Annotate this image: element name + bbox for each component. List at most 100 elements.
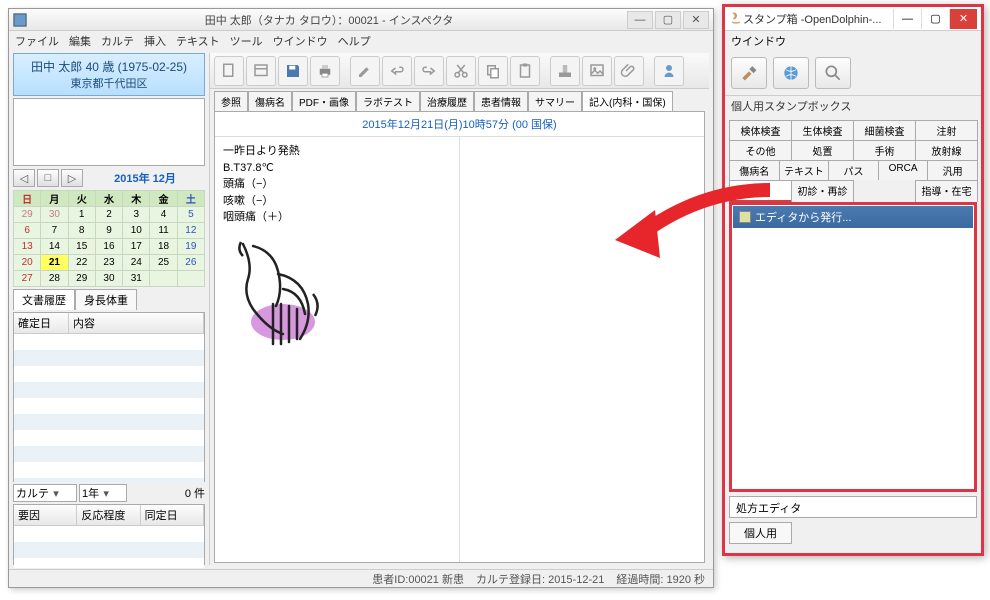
close-button[interactable]: ✕ xyxy=(683,11,709,29)
attach-button[interactable] xyxy=(614,56,644,86)
cal-day[interactable]: 17 xyxy=(123,239,150,255)
search-button[interactable] xyxy=(815,57,851,89)
cal-day[interactable]: 9 xyxy=(95,223,122,239)
menu-edit[interactable]: 編集 xyxy=(69,33,91,47)
stamp-button[interactable] xyxy=(550,56,580,86)
cal-day[interactable] xyxy=(150,271,177,287)
stab-treatment[interactable]: 処置 xyxy=(791,140,854,160)
tab-summary[interactable]: サマリー xyxy=(528,91,582,111)
cal-day[interactable]: 15 xyxy=(68,239,95,255)
menu-text[interactable]: テキスト xyxy=(176,33,220,47)
cal-next-button[interactable]: ▷ xyxy=(61,169,83,187)
menu-window[interactable]: ウインドウ xyxy=(273,33,328,47)
tab-patient[interactable]: 患者情報 xyxy=(474,91,528,111)
tab-lab[interactable]: ラボテスト xyxy=(356,91,420,111)
stab-guidance[interactable]: 指導・在宅 xyxy=(915,180,978,202)
stab-prescription[interactable]: 処方 xyxy=(729,180,792,202)
cal-day[interactable]: 27 xyxy=(14,271,41,287)
edit-button[interactable] xyxy=(350,56,380,86)
cal-day[interactable]: 21 xyxy=(41,255,68,271)
stamp-item-editor[interactable]: エディタから発行... xyxy=(733,206,973,228)
filter-period[interactable]: 1年▾ xyxy=(79,484,127,502)
tab-doc-history[interactable]: 文書履歴 xyxy=(13,289,75,310)
tab-height-weight[interactable]: 身長体重 xyxy=(75,289,137,310)
cal-day[interactable]: 5 xyxy=(177,207,204,223)
stab-surgery[interactable]: 手術 xyxy=(853,140,916,160)
menu-help[interactable]: ヘルプ xyxy=(338,33,371,47)
cal-day[interactable]: 12 xyxy=(177,223,204,239)
p-column[interactable] xyxy=(460,137,704,562)
menu-tool[interactable]: ツール xyxy=(230,33,263,47)
stab-specimen[interactable]: 検体検査 xyxy=(729,120,792,140)
menu-insert[interactable]: 挿入 xyxy=(144,33,166,47)
cal-day[interactable]: 14 xyxy=(41,239,68,255)
soa-column[interactable]: 一昨日より発熱 B.T37.8℃ 頭痛（−） 咳嗽（−） 咽頭痛（＋） xyxy=(215,137,460,562)
stab-injection[interactable]: 注射 xyxy=(915,120,978,140)
stab-firstvisit[interactable]: 初診・再診 xyxy=(791,180,854,202)
tab-pdf[interactable]: PDF・画像 xyxy=(292,91,356,111)
tab-ref[interactable]: 参照 xyxy=(214,91,248,111)
cal-day[interactable]: 29 xyxy=(14,207,41,223)
tab-entry[interactable]: 記入(内科・国保) xyxy=(582,91,673,111)
cal-day[interactable]: 30 xyxy=(41,207,68,223)
undo-button[interactable] xyxy=(382,56,412,86)
info-button[interactable] xyxy=(654,56,684,86)
cal-day[interactable]: 16 xyxy=(95,239,122,255)
stab-orca[interactable]: ORCA xyxy=(878,160,929,180)
cal-day[interactable]: 19 xyxy=(177,239,204,255)
cal-day[interactable]: 2 xyxy=(95,207,122,223)
tab-treat[interactable]: 治療履歴 xyxy=(420,91,474,111)
print-button[interactable] xyxy=(310,56,340,86)
cal-day[interactable]: 18 xyxy=(150,239,177,255)
stamp-maximize-button[interactable]: ▢ xyxy=(921,9,949,29)
tab-diag[interactable]: 傷病名 xyxy=(248,91,292,111)
stab-general[interactable]: 汎用 xyxy=(927,160,978,180)
maximize-button[interactable]: ▢ xyxy=(655,11,681,29)
menu-file[interactable]: ファイル xyxy=(15,33,59,47)
cal-day[interactable] xyxy=(177,271,204,287)
paste-button[interactable] xyxy=(510,56,540,86)
copy-button[interactable] xyxy=(478,56,508,86)
cal-day[interactable]: 7 xyxy=(41,223,68,239)
cal-day[interactable]: 29 xyxy=(68,271,95,287)
menu-karte[interactable]: カルテ xyxy=(101,33,134,47)
stab-disease[interactable]: 傷病名 xyxy=(729,160,780,180)
cal-day[interactable]: 3 xyxy=(123,207,150,223)
cal-day[interactable]: 1 xyxy=(68,207,95,223)
hammer-button[interactable] xyxy=(731,57,767,89)
memo-box[interactable] xyxy=(13,98,205,166)
stab-radiation[interactable]: 放射線 xyxy=(915,140,978,160)
stamp-menu-window[interactable]: ウインドウ xyxy=(725,31,981,51)
minimize-button[interactable]: — xyxy=(627,11,653,29)
cal-day[interactable]: 10 xyxy=(123,223,150,239)
redo-button[interactable] xyxy=(414,56,444,86)
cal-day[interactable]: 13 xyxy=(14,239,41,255)
cal-day[interactable]: 6 xyxy=(14,223,41,239)
stamp-close-button[interactable]: ✕ xyxy=(949,9,977,29)
globe-button[interactable] xyxy=(773,57,809,89)
new-button[interactable] xyxy=(214,56,244,86)
cal-day[interactable]: 26 xyxy=(177,255,204,271)
stab-bacteria[interactable]: 細菌検査 xyxy=(853,120,916,140)
cal-prev-button[interactable]: ◁ xyxy=(13,169,35,187)
history-list[interactable]: 確定日 内容 xyxy=(13,312,205,482)
open-button[interactable] xyxy=(246,56,276,86)
cal-day[interactable]: 30 xyxy=(95,271,122,287)
filter-type[interactable]: カルテ▾ xyxy=(13,484,77,502)
stab-text[interactable]: テキスト xyxy=(779,160,830,180)
cal-day[interactable]: 31 xyxy=(123,271,150,287)
cal-today-button[interactable]: □ xyxy=(37,169,59,187)
calendar[interactable]: 日 月 火 水 木 金 土 29301234567891011121314151… xyxy=(13,190,205,287)
save-button[interactable] xyxy=(278,56,308,86)
cal-day[interactable]: 20 xyxy=(14,255,41,271)
cal-day[interactable]: 28 xyxy=(41,271,68,287)
cut-button[interactable] xyxy=(446,56,476,86)
cal-day[interactable]: 4 xyxy=(150,207,177,223)
stab-path[interactable]: パス xyxy=(828,160,879,180)
stab-vital[interactable]: 生体検査 xyxy=(791,120,854,140)
cal-day[interactable]: 23 xyxy=(95,255,122,271)
cal-day[interactable]: 11 xyxy=(150,223,177,239)
cal-day[interactable]: 24 xyxy=(123,255,150,271)
cal-day[interactable]: 8 xyxy=(68,223,95,239)
stamp-minimize-button[interactable]: — xyxy=(893,9,921,29)
